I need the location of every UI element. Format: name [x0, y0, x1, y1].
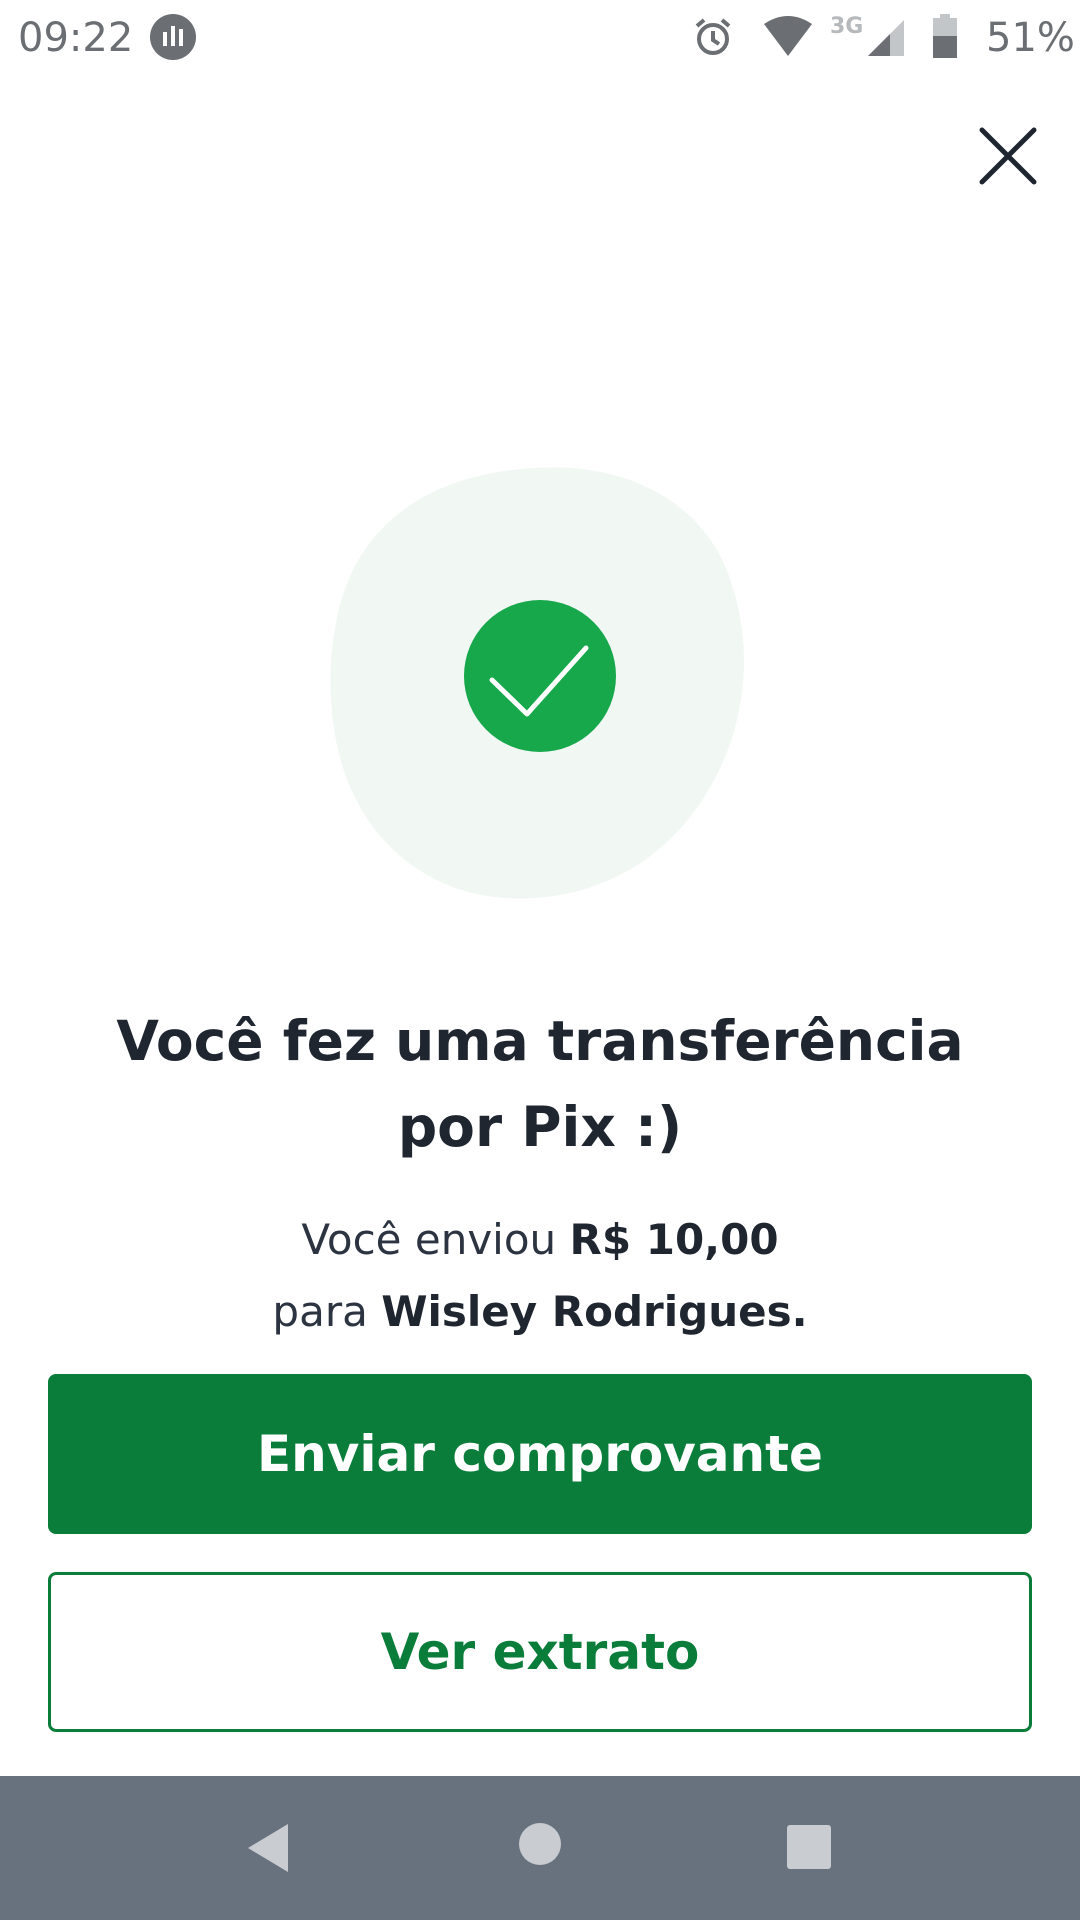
view-statement-label: Ver extrato — [380, 1623, 700, 1681]
send-receipt-label: Enviar comprovante — [257, 1425, 823, 1483]
close-icon — [979, 127, 1037, 185]
system-nav-bar — [0, 1776, 1080, 1920]
recent-apps-icon[interactable] — [786, 1824, 832, 1874]
cell-signal-icon — [866, 18, 906, 62]
battery-icon — [932, 14, 958, 64]
success-title: Você fez uma transferência por Pix :) — [116, 1009, 964, 1159]
send-receipt-button[interactable]: Enviar comprovante — [48, 1374, 1032, 1534]
subtitle-middle: para — [272, 1287, 382, 1336]
status-bar: 09:22 3G 51% — [0, 0, 1080, 76]
success-check-icon — [464, 600, 616, 752]
view-statement-button[interactable]: Ver extrato — [48, 1572, 1032, 1732]
status-time: 09:22 — [18, 15, 134, 61]
home-icon[interactable] — [518, 1822, 562, 1870]
wifi-icon — [762, 16, 814, 62]
close-button[interactable] — [972, 120, 1044, 192]
battery-percent: 51% — [986, 15, 1075, 61]
alarm-icon — [692, 16, 734, 62]
success-subtitle: Você enviou R$ 10,00 para Wisley Rodrigu… — [60, 1204, 1020, 1348]
network-type-label: 3G — [830, 14, 864, 39]
subtitle-prefix: Você enviou — [301, 1215, 570, 1264]
back-icon[interactable] — [244, 1822, 292, 1878]
pix-success-screen: 09:22 3G 51% Você fez uma transferência … — [0, 0, 1080, 1920]
recipient-name: Wisley Rodrigues. — [381, 1287, 808, 1336]
app-notification-icon — [150, 14, 196, 60]
transfer-amount: R$ 10,00 — [569, 1215, 779, 1264]
